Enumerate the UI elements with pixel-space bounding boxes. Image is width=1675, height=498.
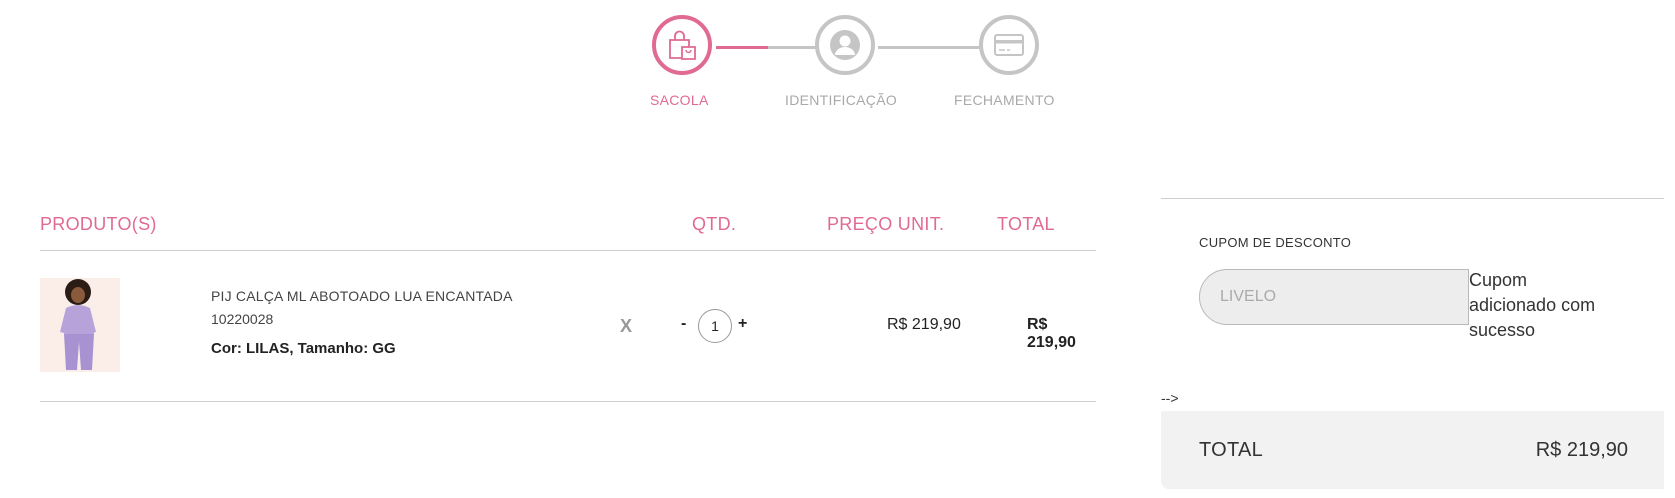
header-qty: QTD. (692, 214, 737, 234)
step-identificacao[interactable] (815, 15, 875, 75)
product-image[interactable] (40, 278, 120, 372)
unit-price: R$ 219,90 (887, 316, 961, 333)
header-unit-price: PREÇO UNIT. (827, 214, 945, 234)
user-icon (830, 30, 860, 60)
product-name[interactable]: PIJ CALÇA ML ABOTOADO LUA ENCANTADA (211, 288, 513, 304)
total-value: R$ 219,90 (1535, 439, 1628, 461)
progress-line (878, 46, 986, 49)
qty-increase-button[interactable]: + (738, 315, 747, 333)
step-sacola[interactable] (652, 15, 712, 75)
product-sku: 10220028 (211, 311, 274, 327)
remove-item-button[interactable]: X (620, 316, 632, 337)
row-divider (40, 401, 1096, 402)
total-label: TOTAL (1199, 439, 1264, 461)
header-products: PRODUTO(S) (40, 214, 157, 234)
coupon-success-message: Cupom adicionado com sucesso (1469, 270, 1596, 340)
product-attributes: Cor: LILAS, Tamanho: GG (211, 340, 396, 357)
coupon-input[interactable] (1199, 269, 1469, 325)
item-total: R$ 219,90 (1027, 316, 1076, 351)
qty-decrease-button[interactable]: - (681, 315, 686, 333)
stray-comment-text: --> (1161, 390, 1179, 406)
summary-divider (1161, 198, 1664, 199)
step-label-identificacao: IDENTIFICAÇÃO (785, 92, 898, 108)
step-label-sacola: SACOLA (650, 92, 709, 108)
progress-line (768, 46, 820, 49)
step-label-fechamento: FECHAMENTO (954, 92, 1055, 108)
coupon-title: CUPOM DE DESCONTO (1199, 235, 1352, 250)
header-divider (40, 250, 1096, 251)
total-box: TOTAL R$ 219,90 (1161, 411, 1664, 489)
shopping-bag-icon (669, 30, 696, 60)
step-fechamento[interactable] (979, 15, 1039, 75)
progress-line-active (716, 46, 768, 49)
header-total: TOTAL (997, 214, 1055, 234)
product-photo (40, 278, 120, 372)
qty-value[interactable]: 1 (698, 309, 732, 343)
credit-card-icon (994, 34, 1024, 56)
checkout-stepper: SACOLA IDENTIFICAÇÃO FECHAMENTO (0, 0, 1675, 120)
